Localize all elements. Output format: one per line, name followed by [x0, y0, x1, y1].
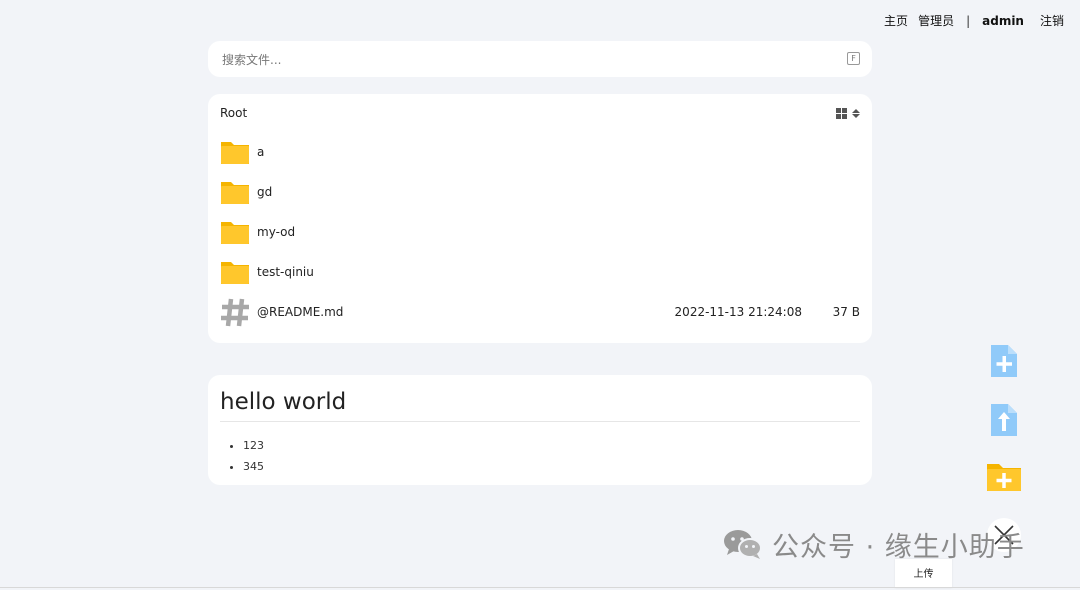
folder-icon [221, 262, 249, 284]
nav-separator: | [966, 13, 971, 28]
nav-home-link[interactable]: 主页 [884, 12, 908, 29]
upload-file-button[interactable] [987, 401, 1021, 439]
wechat-logo-icon [724, 530, 762, 559]
readme-list: 123 345 [243, 435, 264, 477]
file-row[interactable]: a [220, 132, 860, 172]
nav-username[interactable]: admin [982, 14, 1024, 28]
file-row[interactable]: my-od [220, 212, 860, 252]
readme-list-item: 123 [243, 435, 264, 456]
watermark: 公众号 · 缘生小助手 [722, 527, 1025, 563]
folder-icon [221, 222, 249, 244]
search-bar: F [208, 41, 872, 79]
breadcrumb-root[interactable]: Root [220, 106, 247, 120]
readme-panel: hello world 123 345 [208, 375, 872, 485]
file-date: 2022-11-13 21:24:08 [674, 305, 802, 319]
new-file-button[interactable] [987, 342, 1021, 380]
file-name: a [257, 145, 265, 159]
file-name: test-qiniu [257, 265, 314, 279]
readme-list-item: 345 [243, 456, 264, 477]
folder-icon [221, 142, 249, 164]
nav-logout-link[interactable]: 注销 [1040, 12, 1064, 29]
sort-icon[interactable] [852, 108, 860, 118]
top-nav: 主页 管理员 | admin 注销 [884, 12, 1064, 29]
new-file-icon [991, 345, 1017, 377]
readme-title: hello world [220, 389, 860, 422]
file-list: a gd my-od test-qiniu @README.md 2022-11… [220, 132, 860, 332]
search-shortcut-badge: F [847, 52, 860, 65]
upload-file-icon [991, 404, 1017, 436]
new-folder-icon [987, 464, 1021, 491]
file-browser-header: Root [220, 105, 860, 121]
file-name: my-od [257, 225, 296, 239]
nav-admin-link[interactable]: 管理员 [918, 12, 954, 29]
grid-view-icon[interactable] [836, 107, 847, 119]
new-folder-button[interactable] [985, 461, 1023, 493]
view-tools [836, 107, 860, 119]
file-row[interactable]: test-qiniu [220, 252, 860, 292]
search-input[interactable] [220, 41, 824, 79]
file-name: gd [257, 185, 273, 199]
watermark-text: 公众号 · 缘生小助手 [772, 531, 1025, 563]
folder-icon [221, 182, 249, 204]
file-row[interactable]: gd [220, 172, 860, 212]
file-browser: Root a gd my-od test-qiniu @README.md 20… [208, 94, 872, 343]
file-row[interactable]: @README.md 2022-11-13 21:24:08 37 B [220, 292, 860, 332]
hash-markdown-icon [221, 298, 249, 327]
file-size: 37 B [832, 305, 860, 319]
